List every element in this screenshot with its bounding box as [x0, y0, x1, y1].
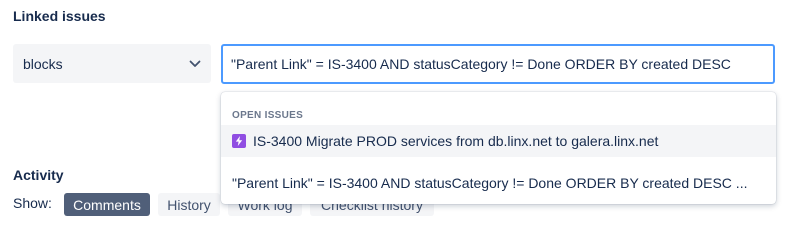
issue-suggestions-dropdown: OPEN ISSUES IS-3400 Migrate PROD service… [221, 92, 776, 204]
issue-search-value: "Parent Link" = IS-3400 AND statusCatego… [231, 56, 731, 72]
issue-search-input[interactable]: "Parent Link" = IS-3400 AND statusCatego… [221, 44, 775, 84]
epic-icon [232, 134, 246, 148]
comments-button[interactable]: Comments [64, 193, 150, 216]
open-issues-heading: OPEN ISSUES [232, 110, 304, 121]
activity-title: Activity [13, 167, 64, 183]
suggestion-item-label: "Parent Link" = IS-3400 AND statusCatego… [232, 175, 748, 191]
show-label: Show: [13, 195, 52, 211]
linked-issues-title: Linked issues [13, 8, 106, 24]
suggestion-item-label: IS-3400 Migrate PROD services from db.li… [253, 133, 659, 149]
link-type-select[interactable]: blocks [13, 44, 211, 83]
chevron-down-icon [189, 60, 201, 67]
history-button[interactable]: History [158, 193, 220, 216]
link-type-value: blocks [23, 55, 63, 72]
suggestion-item-jql[interactable]: "Parent Link" = IS-3400 AND statusCatego… [221, 167, 776, 199]
suggestion-item-epic[interactable]: IS-3400 Migrate PROD services from db.li… [221, 125, 776, 157]
